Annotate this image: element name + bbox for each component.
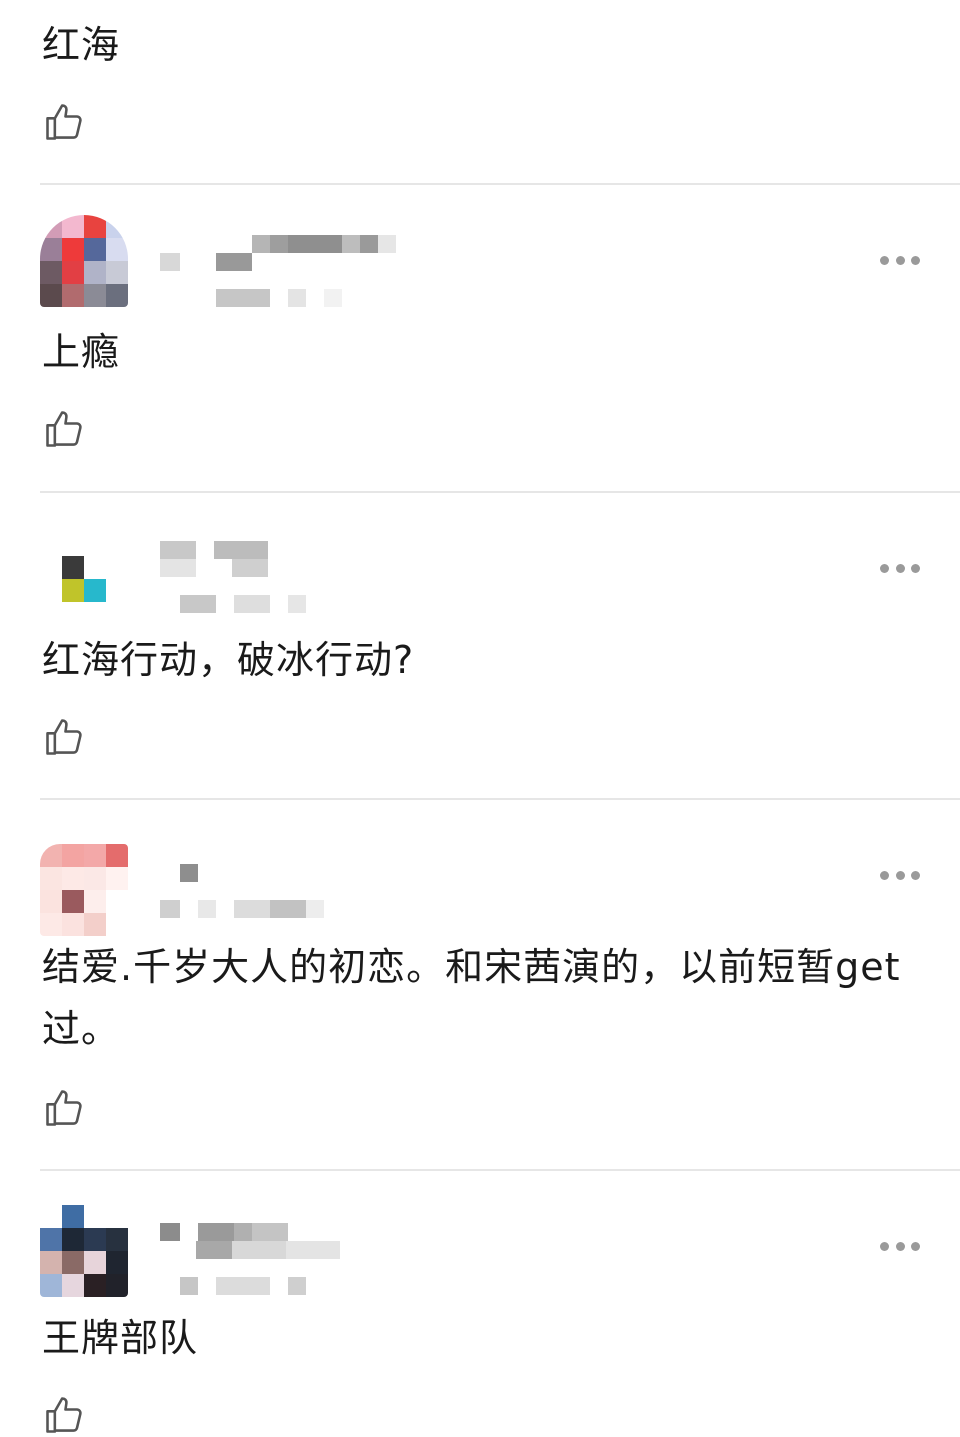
timestamp-redacted — [180, 595, 306, 613]
thumbs-up-icon[interactable] — [42, 715, 86, 759]
comment-text: 上瘾 — [42, 330, 121, 374]
thumbs-up-icon[interactable] — [42, 1086, 86, 1130]
more-horizontal-icon[interactable] — [880, 1240, 920, 1252]
comment-item: 红海 — [0, 0, 960, 184]
more-horizontal-icon[interactable] — [880, 869, 920, 881]
comment-text: 结爱.千岁大人的初恋。和宋茜演的，以前短暂get过。 — [42, 945, 901, 1051]
timestamp-redacted — [180, 1277, 306, 1295]
more-horizontal-icon[interactable] — [880, 254, 920, 266]
username-redacted-line2 — [196, 1241, 340, 1259]
avatar[interactable] — [40, 1205, 128, 1297]
username-redacted[interactable] — [180, 864, 198, 882]
comment-item: 王牌部队 — [0, 1171, 960, 1433]
thumbs-up-icon[interactable] — [42, 407, 86, 451]
comment-item: 上瘾 — [0, 185, 960, 491]
comment-item: 结爱.千岁大人的初恋。和宋茜演的，以前短暂get过。 — [0, 800, 960, 1170]
avatar[interactable] — [40, 844, 128, 936]
comment-text: 红海行动，破冰行动? — [42, 638, 415, 682]
username-redacted[interactable] — [160, 235, 396, 271]
timestamp-redacted — [160, 900, 324, 918]
username-redacted[interactable] — [160, 1223, 288, 1241]
username-redacted-line2 — [160, 559, 268, 577]
avatar[interactable] — [40, 533, 128, 625]
avatar[interactable] — [40, 215, 128, 307]
comment-text: 王牌部队 — [42, 1316, 199, 1360]
thumbs-up-icon[interactable] — [42, 1393, 86, 1437]
comment-text: 红海 — [42, 23, 121, 67]
comment-item: 红海行动，破冰行动? — [0, 493, 960, 799]
more-horizontal-icon[interactable] — [880, 562, 920, 574]
timestamp-redacted — [216, 289, 342, 307]
thumbs-up-icon[interactable] — [42, 100, 86, 144]
username-redacted[interactable] — [160, 541, 268, 559]
